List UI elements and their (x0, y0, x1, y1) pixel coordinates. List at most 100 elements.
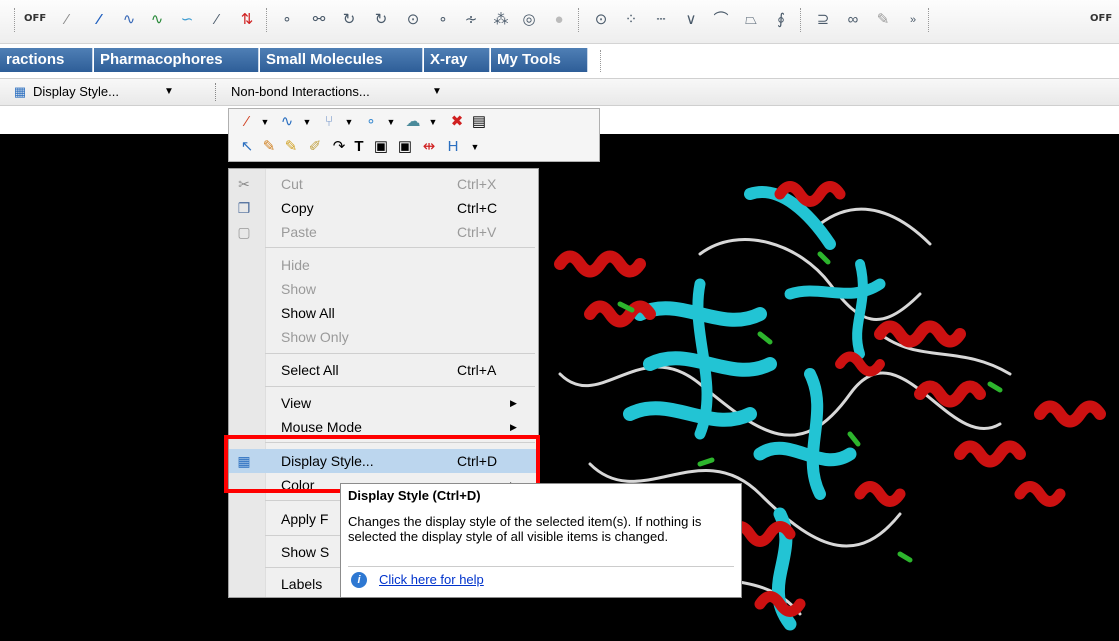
toolbar-separator (266, 8, 269, 32)
eraser-icon[interactable]: ✐ (305, 137, 325, 157)
menu-item-cut[interactable]: ✂ Cut Ctrl+X (229, 172, 538, 196)
scissors-icon: ✂ (238, 176, 250, 192)
display-style-icon: ▦ (13, 84, 27, 99)
disc-icon[interactable]: ◎ (518, 9, 540, 31)
off-toggle-left[interactable]: OFF (24, 13, 46, 24)
submenu-arrow-icon: ▶ (510, 398, 517, 408)
chain-tool-icon[interactable]: ↻ (370, 9, 392, 31)
ribbon-colored-icon[interactable]: ∽ (176, 9, 198, 31)
pencil-icon[interactable]: ✎ (259, 137, 279, 157)
line-thin-icon[interactable]: ⁄ (56, 9, 78, 31)
menu-item-hide[interactable]: Hide (229, 253, 538, 277)
tooltip: Display Style (Ctrl+D) Changes the displ… (340, 483, 742, 598)
tube-icon[interactable]: ⁄ (206, 9, 228, 31)
freehand-icon[interactable]: ✎ (281, 137, 301, 157)
line-blue-icon[interactable]: ⁄ (88, 9, 110, 31)
cross-icon[interactable]: ✖ (447, 112, 467, 132)
h-bond-icon[interactable]: H (443, 137, 463, 157)
tab-small-molecules[interactable]: Small Molecules (260, 48, 423, 72)
toolbar-separator (928, 8, 931, 32)
loop-icon[interactable]: ∮ (770, 9, 792, 31)
torsion-tool-icon[interactable]: ⌒ (710, 9, 732, 31)
ribbon-tool-icon[interactable]: ∿ (277, 112, 297, 132)
tab-pharmacophores[interactable]: Pharmacophores (94, 48, 259, 72)
tooltip-separator (348, 566, 734, 567)
connect-icon[interactable]: ⊇ (812, 9, 834, 31)
ribbon-icon[interactable]: ∿ (118, 9, 140, 31)
menu-item-label: Labels (281, 576, 323, 592)
chevron-down-icon[interactable]: ▼ (297, 112, 317, 132)
menu-item-label: Copy (281, 200, 314, 216)
menu-item-shortcut: Ctrl+A (457, 362, 497, 378)
text-box-icon[interactable]: ▣ (371, 137, 391, 157)
film-icon[interactable]: ▤ (469, 112, 489, 132)
clean-icon[interactable]: ∻ (460, 9, 482, 31)
bond-tool-icon[interactable]: ⚯ (308, 9, 330, 31)
non-bond-interactions-dropdown[interactable]: Non-bond Interactions... (231, 83, 370, 101)
menu-item-show[interactable]: Show (229, 277, 538, 301)
menu-item-copy[interactable]: ❐ Copy Ctrl+C (229, 196, 538, 220)
display-style-dropdown[interactable]: Display Style... (33, 83, 119, 101)
tooltip-body: Changes the display style of the selecte… (348, 514, 702, 544)
menu-item-shortcut: Ctrl+V (457, 224, 497, 240)
angle-tool-icon[interactable]: ∨ (680, 9, 702, 31)
menu-item-paste[interactable]: ▢ Paste Ctrl+V (229, 220, 538, 244)
toolbar-grip (14, 8, 17, 32)
copy-icon: ❐ (237, 200, 251, 216)
dot-icon[interactable]: ● (548, 9, 570, 31)
chevron-down-icon[interactable]: ▼ (423, 112, 443, 132)
fragment-icon[interactable]: ⁂ (490, 9, 512, 31)
off-toggle-right[interactable]: OFF (1090, 13, 1112, 24)
menu-item-label: Show All (281, 305, 335, 321)
menu-item-label: Apply F (281, 511, 329, 527)
chevron-down-icon[interactable]: ▼ (381, 112, 401, 132)
arc-tool-icon[interactable]: ↷ (329, 137, 349, 157)
select-pointer-icon[interactable]: ↖ (237, 137, 257, 157)
chevron-down-icon[interactable]: ▼ (255, 112, 275, 132)
menu-item-label: View (281, 395, 312, 411)
style-toolbar: ▦ Display Style... ▼ Non-bond Interactio… (0, 78, 1119, 106)
line-tool-icon[interactable]: ⁄ (237, 112, 257, 132)
ribbon-green-icon[interactable]: ∿ (146, 9, 168, 31)
info-icon: i (351, 572, 367, 588)
ring-tool-icon[interactable]: ↻ (338, 9, 360, 31)
menu-item-show-only[interactable]: Show Only (229, 325, 538, 349)
toolbar-separator (215, 83, 216, 101)
tab-my-tools[interactable]: My Tools (491, 48, 588, 72)
toolbar-separator (578, 8, 581, 32)
distance-icon[interactable]: ⇹ (419, 137, 439, 157)
atom-label-icon[interactable]: ∘ (276, 9, 298, 31)
menu-item-shortcut: Ctrl+X (457, 176, 497, 192)
text-tool-icon[interactable]: T (349, 137, 369, 157)
link-icon[interactable]: ∞ (842, 9, 864, 31)
tab-x-ray[interactable]: X-ray (424, 48, 490, 72)
menu-item-select-all[interactable]: Select All Ctrl+A (229, 358, 538, 382)
chevron-down-icon[interactable]: ▼ (432, 83, 442, 101)
help-link[interactable]: Click here for help (379, 572, 484, 587)
dash-tool-icon[interactable]: ┄ (650, 9, 672, 31)
tab-interactions[interactable]: ractions (0, 48, 93, 72)
paste-icon: ▢ (237, 224, 251, 240)
main-toolbar: OFF ⁄ ⁄ ∿ ∿ ∽ ⁄ ⇅ ∘ ⚯ ↻ ↻ ⊙ ∘ ∻ ⁂ ◎ ● ⊙ … (0, 0, 1119, 44)
ring-add-icon[interactable]: ⊙ (402, 9, 424, 31)
ring-icon-b[interactable]: ⁘ (620, 9, 642, 31)
surface-icon[interactable]: ☁ (403, 112, 423, 132)
branch-tool-icon[interactable]: ⑂ (319, 112, 339, 132)
menu-separator (265, 353, 535, 354)
charge-icon[interactable]: ∘ (432, 9, 454, 31)
menu-item-label: Paste (281, 224, 317, 240)
polygon-tool-icon[interactable]: ⏢ (740, 9, 762, 31)
menu-item-show-all[interactable]: Show All (229, 301, 538, 325)
overflow-chevron-icon[interactable]: » (902, 9, 924, 31)
menu-separator (265, 386, 535, 387)
water-icon[interactable]: ∘ (361, 112, 381, 132)
pencil-icon[interactable]: ✎ (872, 9, 894, 31)
ribbon-tabs: ractions Pharmacophores Small Molecules … (0, 44, 1119, 76)
chevron-down-icon[interactable]: ▼ (465, 137, 485, 157)
hbond-icon[interactable]: ⇅ (236, 9, 258, 31)
chevron-down-icon[interactable]: ▼ (339, 112, 359, 132)
menu-item-view[interactable]: View ▶ (229, 391, 538, 415)
ring-icon-a[interactable]: ⊙ (590, 9, 612, 31)
chevron-down-icon[interactable]: ▼ (164, 83, 174, 101)
text-frame-icon[interactable]: ▣ (395, 137, 415, 157)
